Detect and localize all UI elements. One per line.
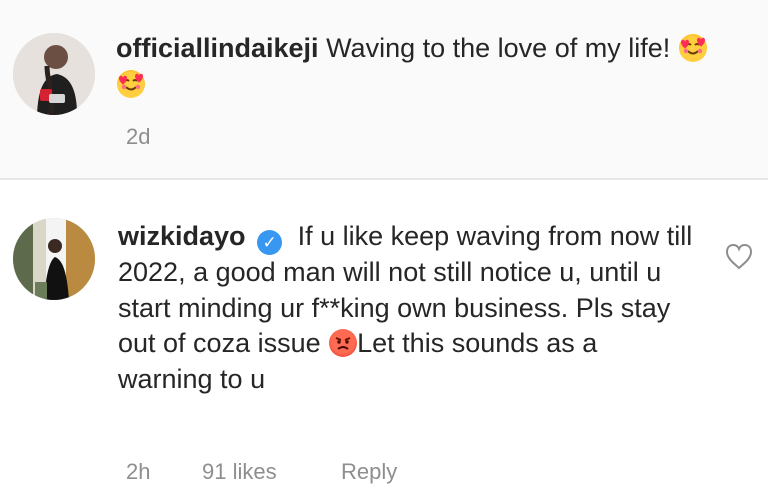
smiling-face-with-hearts-icon (117, 69, 145, 98)
comment-avatar-image (13, 218, 95, 300)
smiling-face-with-hearts-svg (119, 73, 143, 90)
post-author-avatar[interactable] (13, 33, 95, 115)
comment-likes-count[interactable]: 91 likes (202, 459, 277, 485)
post-avatar-image (13, 33, 95, 115)
reply-button[interactable]: Reply (341, 459, 397, 485)
post-comment-divider (0, 178, 768, 180)
post-timestamp: 2d (126, 124, 151, 149)
smiling-face-with-hearts-svg (680, 37, 705, 55)
verified-badge-icon: ✓ (257, 230, 283, 255)
smiling-face-with-hearts-icon (678, 34, 707, 62)
comment-text-block: wizkidayo ✓ If u like keep waving from n… (118, 219, 696, 397)
heart-outline-svg (725, 243, 753, 270)
post-author-username[interactable]: officiallindaikeji (116, 33, 319, 63)
comment-timestamp: 2h (126, 459, 151, 484)
post-caption-block: officiallindaikeji Waving to the love of… (116, 31, 731, 102)
heart-outline-icon[interactable] (724, 242, 754, 270)
comment-author-username[interactable]: wizkidayo (118, 221, 246, 251)
post-caption-text: Waving to the love of my life! (326, 33, 671, 63)
angry-face-svg (335, 337, 351, 350)
angry-face-icon (329, 329, 358, 357)
comment-author-avatar[interactable] (13, 218, 95, 300)
